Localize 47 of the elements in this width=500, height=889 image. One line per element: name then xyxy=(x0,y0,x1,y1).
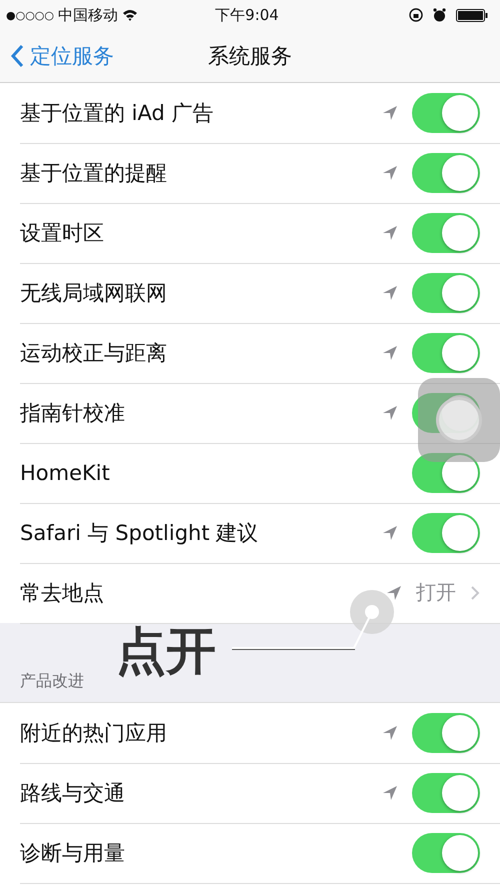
toggle-switch[interactable] xyxy=(412,152,480,192)
row-label: 路线与交通 xyxy=(20,780,125,806)
back-button[interactable]: 定位服务 xyxy=(0,42,114,70)
row-label: 诊断与用量 xyxy=(20,840,125,866)
settings-row[interactable]: 基于位置的提醒 xyxy=(0,143,500,203)
settings-row[interactable]: 无线局域网联网 xyxy=(0,263,500,323)
row-label: 常去地点 xyxy=(20,580,104,606)
wifi-icon xyxy=(122,9,138,21)
row-label: 设置时区 xyxy=(20,220,104,246)
page-title: 系统服务 xyxy=(208,43,292,70)
battery-icon xyxy=(456,8,488,22)
toggle-switch[interactable] xyxy=(412,512,480,552)
toggle-switch[interactable] xyxy=(412,332,480,372)
carrier-name: 中国移动 xyxy=(58,6,118,24)
annotation-text: 点开 xyxy=(116,621,216,682)
rotation-lock-icon xyxy=(409,8,423,22)
settings-row[interactable]: HomeKit xyxy=(0,443,500,503)
row-label: 指南针校准 xyxy=(20,400,125,426)
toggle-switch[interactable] xyxy=(412,452,480,492)
toggle-switch[interactable] xyxy=(412,92,480,132)
alarm-icon xyxy=(433,8,446,22)
row-label: 基于位置的 iAd 广告 xyxy=(20,100,214,126)
settings-row[interactable]: 诊断与用量 xyxy=(0,823,500,883)
row-label: 基于位置的提醒 xyxy=(20,160,167,186)
toggle-switch[interactable] xyxy=(412,712,480,752)
signal-strength: ●○○○○ xyxy=(6,8,54,22)
assistive-touch-button[interactable] xyxy=(418,378,500,462)
settings-row[interactable]: 运动校正与距离 xyxy=(0,323,500,383)
toggle-switch[interactable] xyxy=(412,272,480,312)
settings-row[interactable]: 附近的热门应用 xyxy=(0,703,500,763)
settings-row[interactable]: 路线与交通 xyxy=(0,763,500,823)
row-label: 附近的热门应用 xyxy=(20,720,167,746)
row-label: 运动校正与距离 xyxy=(20,340,167,366)
toggle-switch[interactable] xyxy=(412,212,480,252)
row-value: 打开 xyxy=(416,579,456,606)
status-time: 下午9:04 xyxy=(215,6,279,24)
settings-row[interactable]: 设置时区 xyxy=(0,203,500,263)
toggle-switch[interactable] xyxy=(412,772,480,812)
chevron-left-icon xyxy=(10,44,24,68)
settings-row[interactable]: 基于位置的 iAd 广告 xyxy=(0,83,500,143)
chevron-right-icon xyxy=(470,584,480,600)
toggle-switch[interactable] xyxy=(412,832,480,872)
row-label: Safari 与 Spotlight 建议 xyxy=(20,520,258,546)
row-label: 无线局域网联网 xyxy=(20,280,167,306)
row-label: HomeKit xyxy=(20,460,110,484)
section-header: 产品改进 xyxy=(20,671,84,692)
settings-row[interactable]: Safari 与 Spotlight 建议 xyxy=(0,503,500,563)
